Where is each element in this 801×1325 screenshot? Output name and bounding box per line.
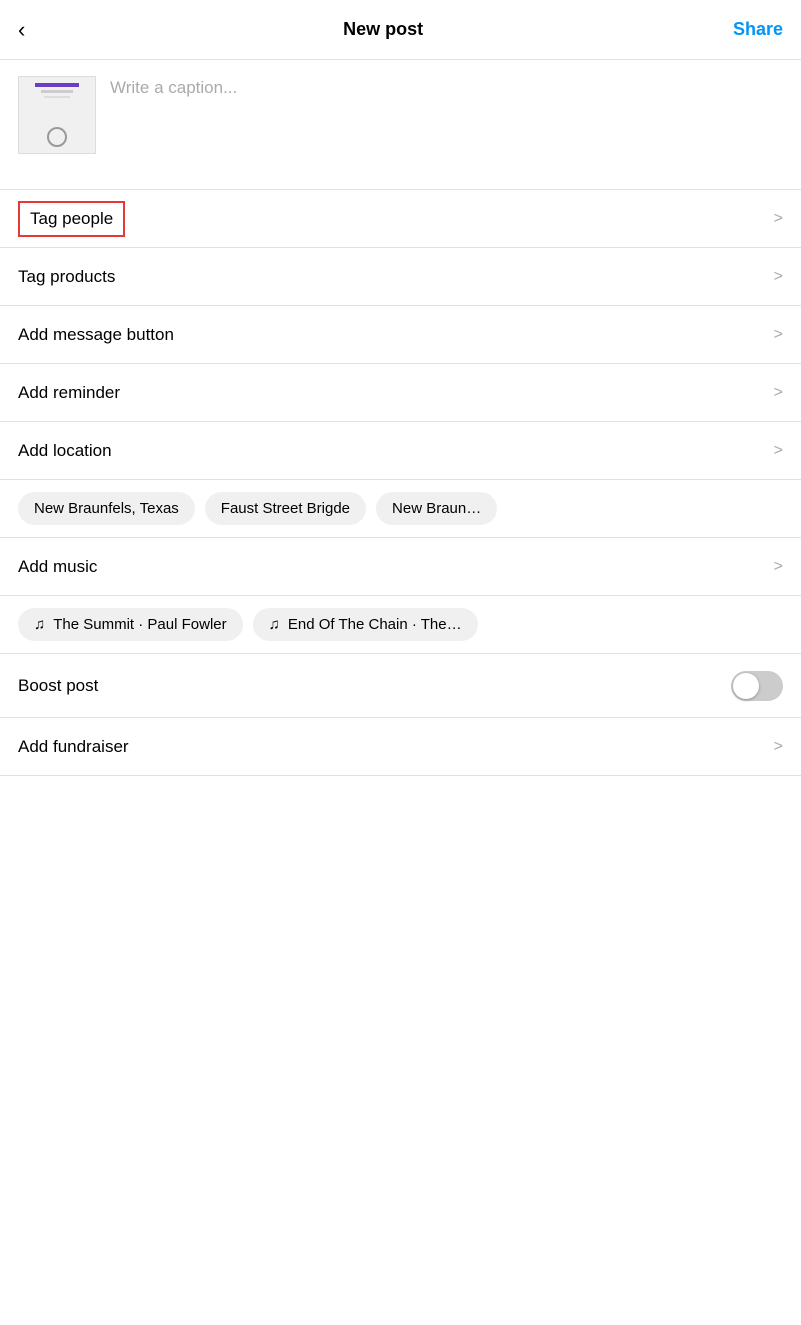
tag-people-row[interactable]: Tag people > (0, 190, 801, 248)
page-title: New post (33, 19, 733, 40)
add-reminder-chevron: > (774, 384, 783, 402)
caption-area: Write a caption... (0, 60, 801, 190)
music-chip-2[interactable]: ♫ End Of The Chain · The… (253, 608, 478, 641)
tag-products-chevron: > (774, 268, 783, 286)
tag-products-row[interactable]: Tag products > (0, 248, 801, 306)
add-location-label: Add location (18, 441, 112, 461)
add-music-label: Add music (18, 557, 97, 577)
caption-input[interactable]: Write a caption... (110, 76, 783, 98)
music-note-icon-1: ♫ (34, 616, 45, 633)
music-chip-1-label: The Summit · Paul Fowler (53, 616, 226, 633)
add-message-button-row[interactable]: Add message button > (0, 306, 801, 364)
add-music-chevron: > (774, 558, 783, 576)
music-chip-1[interactable]: ♫ The Summit · Paul Fowler (18, 608, 243, 641)
add-location-chevron: > (774, 442, 783, 460)
location-chip-3[interactable]: New Braun… (376, 492, 497, 525)
add-reminder-label: Add reminder (18, 383, 120, 403)
header: ‹ New post Share (0, 0, 801, 60)
boost-post-row: Boost post (0, 654, 801, 718)
boost-post-toggle[interactable] (731, 671, 783, 701)
add-message-button-chevron: > (774, 326, 783, 344)
tag-people-highlight-box: Tag people (18, 201, 125, 237)
location-chip-2[interactable]: Faust Street Brigde (205, 492, 366, 525)
music-note-icon-2: ♫ (269, 616, 280, 633)
location-chips-row: New Braunfels, Texas Faust Street Brigde… (0, 480, 801, 538)
add-fundraiser-chevron: > (774, 738, 783, 756)
music-chip-2-label: End Of The Chain · The… (288, 616, 462, 633)
tag-products-label: Tag products (18, 267, 115, 287)
post-thumbnail (18, 76, 96, 154)
tag-people-label: Tag people (30, 209, 113, 228)
share-button[interactable]: Share (733, 19, 783, 40)
toggle-knob (733, 673, 759, 699)
add-reminder-row[interactable]: Add reminder > (0, 364, 801, 422)
tag-people-chevron: > (774, 210, 783, 228)
music-chips-row: ♫ The Summit · Paul Fowler ♫ End Of The … (0, 596, 801, 654)
add-music-row[interactable]: Add music > (0, 538, 801, 596)
add-message-button-label: Add message button (18, 325, 174, 345)
add-location-row[interactable]: Add location > (0, 422, 801, 480)
back-button[interactable]: ‹ (18, 13, 33, 47)
location-chip-1[interactable]: New Braunfels, Texas (18, 492, 195, 525)
add-fundraiser-row[interactable]: Add fundraiser > (0, 718, 801, 776)
boost-post-label: Boost post (18, 676, 98, 696)
add-fundraiser-label: Add fundraiser (18, 737, 129, 757)
